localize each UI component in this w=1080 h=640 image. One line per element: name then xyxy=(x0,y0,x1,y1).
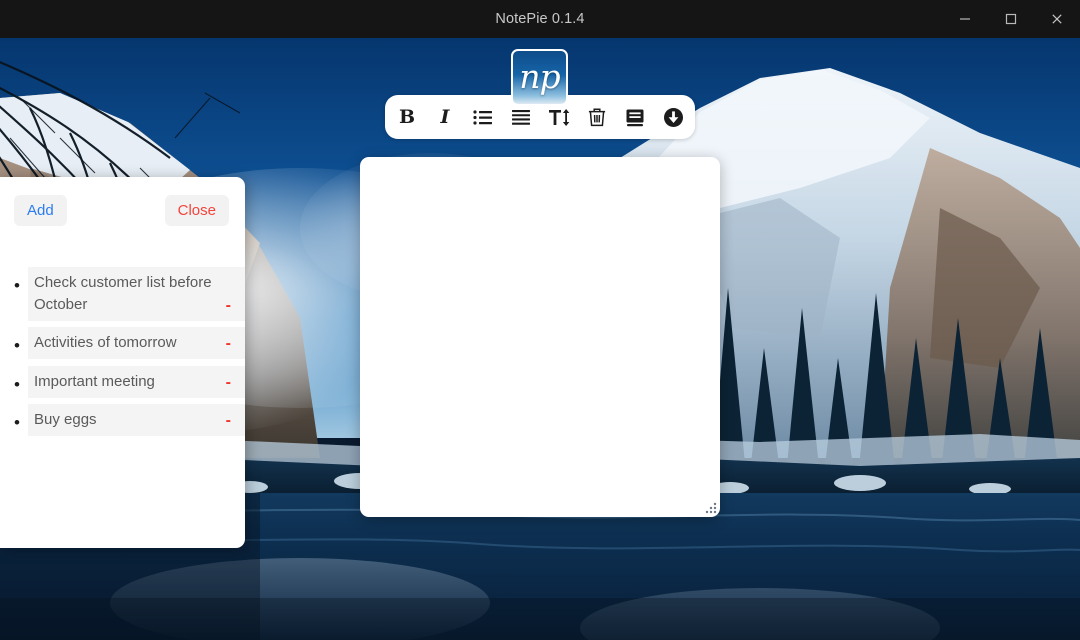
minimize-icon[interactable] xyxy=(942,0,988,38)
bullet-icon: • xyxy=(14,276,20,296)
notebook-icon[interactable] xyxy=(621,103,649,131)
resize-grip-icon[interactable] xyxy=(699,496,719,516)
window-titlebar: NotePie 0.1.4 xyxy=(0,0,1080,38)
bullet-list-icon[interactable] xyxy=(469,103,497,131)
window-controls xyxy=(942,0,1080,38)
note-row[interactable]: Buy eggs - xyxy=(28,404,245,437)
note-title: Important meeting xyxy=(34,372,155,390)
add-note-button[interactable]: Add xyxy=(14,195,67,227)
list-item[interactable]: • Buy eggs - xyxy=(0,404,245,437)
note-row[interactable]: Activities of tomorrow - xyxy=(28,327,245,360)
font-size-icon[interactable] xyxy=(545,103,573,131)
note-editor-content[interactable] xyxy=(360,157,720,177)
align-justify-icon[interactable] xyxy=(507,103,535,131)
note-row[interactable]: Check customer list before October - xyxy=(28,267,245,322)
italic-label: I xyxy=(440,105,450,128)
bold-icon[interactable]: B xyxy=(393,103,421,131)
notes-panel: Add Close • Check customer list before O… xyxy=(0,177,245,548)
trash-icon[interactable] xyxy=(583,103,611,131)
bullet-icon: • xyxy=(14,374,20,394)
remove-note-button[interactable]: - xyxy=(220,374,245,393)
window-title: NotePie 0.1.4 xyxy=(495,11,585,27)
list-item[interactable]: • Check customer list before October - xyxy=(0,267,245,322)
bullet-icon: • xyxy=(14,413,20,433)
note-title: Buy eggs xyxy=(34,411,97,429)
note-list: • Check customer list before October - •… xyxy=(0,267,245,437)
maximize-icon[interactable] xyxy=(988,0,1034,38)
bold-label: B xyxy=(398,105,416,128)
app-logo-text: np xyxy=(519,57,560,96)
note-title: Activities of tomorrow xyxy=(34,334,177,352)
list-item[interactable]: • Important meeting - xyxy=(0,365,245,398)
notes-panel-actions: Add Close xyxy=(0,177,245,227)
bullet-icon: • xyxy=(14,336,20,356)
list-item[interactable]: • Activities of tomorrow - xyxy=(0,327,245,360)
remove-note-button[interactable]: - xyxy=(220,413,245,431)
app-logo[interactable]: np xyxy=(511,49,568,106)
note-editor[interactable] xyxy=(360,157,720,517)
close-icon[interactable] xyxy=(1034,0,1080,38)
note-title: Check customer list before October xyxy=(34,274,212,314)
remove-note-button[interactable]: - xyxy=(220,298,245,316)
remove-note-button[interactable]: - xyxy=(220,336,245,354)
close-panel-button[interactable]: Close xyxy=(164,195,229,227)
note-row[interactable]: Important meeting - xyxy=(28,365,245,398)
italic-icon[interactable]: I xyxy=(431,103,459,131)
app-window: np B I Add Close • Check customer list b… xyxy=(0,0,1080,640)
download-circle-icon[interactable] xyxy=(659,103,687,131)
